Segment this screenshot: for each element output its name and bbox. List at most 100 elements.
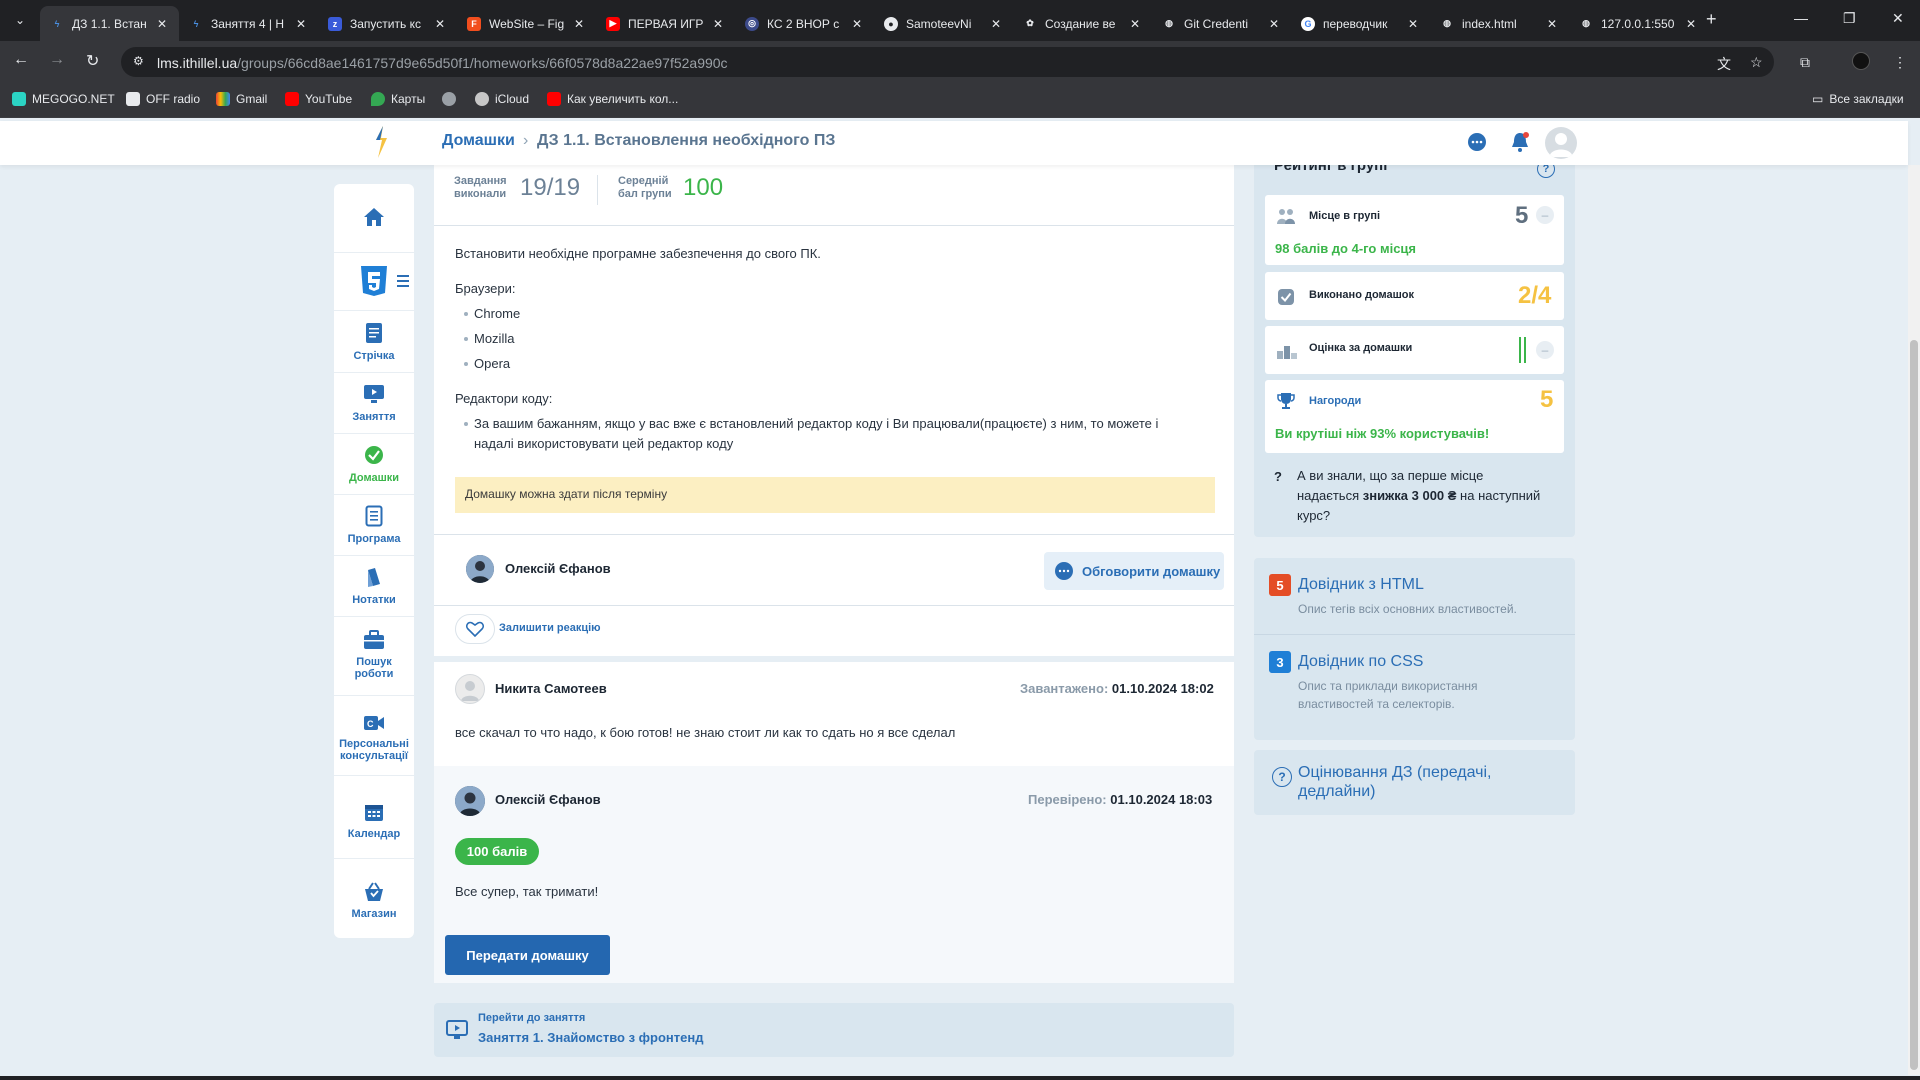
- address-bar[interactable]: ⚙ lms.ithillel.ua/groups/66cd8ae1461757d…: [121, 47, 1774, 77]
- tab-chatgpt[interactable]: ✿ Создание ве ✕: [1013, 6, 1152, 41]
- bookmark-star-icon[interactable]: ☆: [1750, 54, 1763, 71]
- github-favicon-icon: ●: [884, 16, 898, 31]
- close-tab-icon[interactable]: ✕: [1545, 17, 1559, 31]
- discuss-label: Обговорити домашку: [1082, 563, 1221, 579]
- url-host: lms.ithillel.ua: [157, 55, 238, 71]
- shopping-basket-icon: [365, 882, 383, 901]
- hillel-logo[interactable]: [373, 126, 389, 158]
- close-tab-icon[interactable]: ✕: [989, 17, 1003, 31]
- close-tab-icon[interactable]: ✕: [433, 17, 447, 31]
- sidebar-item-consultations[interactable]: C Персональні консультації: [334, 714, 414, 762]
- tab-youtube-game[interactable]: ▶ ПЕРВАЯ ИГР ✕: [596, 6, 735, 41]
- goto-lesson-label: Перейти до заняття: [478, 1012, 586, 1024]
- bookmark-off-radio[interactable]: OFF radio: [126, 92, 200, 106]
- tab-zm[interactable]: z Запустить кс ✕: [318, 6, 457, 41]
- bookmark-gmail[interactable]: Gmail: [216, 92, 267, 106]
- sidebar-item-shop[interactable]: Магазин: [334, 882, 414, 920]
- forward-icon[interactable]: →: [49, 51, 65, 69]
- css-reference-link[interactable]: Довідник по CSS: [1298, 653, 1423, 671]
- home-icon[interactable]: [363, 206, 385, 228]
- close-tab-icon[interactable]: ✕: [850, 17, 864, 31]
- scrollbar-thumb[interactable]: [1910, 340, 1918, 1070]
- all-bookmarks[interactable]: ▭ Все закладки: [1812, 92, 1904, 106]
- lesson-monitor-icon: [446, 1020, 468, 1039]
- sidebar-item-calendar[interactable]: Календар: [334, 802, 414, 840]
- sidebar-item-job-search[interactable]: Пошук роботи: [334, 630, 414, 680]
- html-reference-link[interactable]: Довідник з HTML: [1298, 576, 1424, 594]
- tab-github[interactable]: ● SamoteevNi ✕: [874, 6, 1013, 41]
- bookmark-maps[interactable]: Карты: [371, 92, 425, 106]
- bookmark-icloud[interactable]: iCloud: [475, 92, 529, 106]
- youtube-favicon-icon: ▶: [606, 16, 620, 31]
- globe-favicon-icon: ◍: [1165, 18, 1173, 28]
- goto-lesson-title[interactable]: Заняття 1. Знайомство з фронтенд: [478, 1030, 703, 1045]
- close-tab-icon[interactable]: ✕: [1128, 17, 1142, 31]
- close-tab-icon[interactable]: ✕: [155, 17, 169, 31]
- reaction-button[interactable]: [455, 614, 495, 644]
- tab-search-button[interactable]: ⌄: [8, 8, 32, 32]
- minimize-icon[interactable]: —: [1794, 10, 1808, 26]
- tab-localhost[interactable]: ◍ 127.0.0.1:550 ✕: [1569, 6, 1708, 41]
- gmail-icon: [216, 92, 230, 106]
- awards-value: 5: [1540, 386, 1554, 413]
- sidebar-item-program[interactable]: Програма: [334, 505, 414, 545]
- tab-translator[interactable]: G переводчик ✕: [1291, 6, 1430, 41]
- tab-title: index.html: [1462, 16, 1517, 31]
- awards-label[interactable]: Нагороди: [1309, 395, 1361, 407]
- close-window-icon[interactable]: ✕: [1892, 10, 1904, 27]
- grading-info-link[interactable]: Оцінювання ДЗ (передачі, дедлайни): [1298, 763, 1548, 801]
- bar-chart-icon: [1277, 346, 1297, 359]
- close-tab-icon[interactable]: ✕: [1267, 17, 1281, 31]
- sidebar-item-label: Календар: [347, 828, 401, 840]
- translate-icon[interactable]: 文: [1717, 54, 1731, 74]
- place-note: 98 балів до 4-го місця: [1275, 241, 1417, 256]
- sidebar-item-notes[interactable]: Нотатки: [334, 566, 414, 606]
- uploaded-label: Завантажено:: [1020, 681, 1109, 696]
- close-tab-icon[interactable]: ✕: [572, 17, 586, 31]
- extensions-icon[interactable]: ⧉: [1800, 54, 1810, 71]
- user-avatar[interactable]: [1545, 127, 1577, 159]
- awards-note: Ви крутіші ніж 93% користувачів!: [1275, 426, 1490, 441]
- bookmark-label: Gmail: [236, 92, 268, 106]
- checked-label: Перевірено:: [1028, 792, 1107, 807]
- site-info-icon[interactable]: ⚙: [133, 54, 144, 68]
- tab-cs2[interactable]: ◎ КС 2 ВНОР с ✕: [735, 6, 874, 41]
- sidebar-item-feed[interactable]: Стрічка: [334, 322, 414, 362]
- back-icon[interactable]: ←: [13, 51, 29, 69]
- breadcrumb-homeworks[interactable]: Домашки: [442, 132, 515, 150]
- tab-index-html[interactable]: ◍ index.html ✕: [1430, 6, 1569, 41]
- bookmark-youtube-2[interactable]: Как увеличить кол...: [547, 92, 678, 106]
- reaction-label[interactable]: Залишити реакцію: [499, 622, 601, 634]
- info-question-icon: ?: [1274, 469, 1282, 484]
- menu-kebab-icon[interactable]: ⋮: [1893, 54, 1907, 71]
- stat-done-value: 19/19: [520, 174, 581, 201]
- bookmark-globe[interactable]: [442, 92, 462, 106]
- tab-git[interactable]: ◍ Git Credenti ✕: [1152, 6, 1291, 41]
- tab-homework[interactable]: ϟ ДЗ 1.1. Встан ✕: [40, 6, 179, 41]
- new-tab-button[interactable]: +: [1706, 9, 1717, 30]
- sidebar-item-homeworks[interactable]: Домашки: [334, 444, 414, 484]
- reload-icon[interactable]: ↻: [86, 51, 99, 71]
- hamburger-menu-icon[interactable]: [397, 275, 409, 277]
- deadline-notice: Домашку можна здати після терміну: [455, 477, 1215, 513]
- chat-icon[interactable]: [1466, 131, 1488, 153]
- divider: [434, 605, 1234, 606]
- bookmark-youtube[interactable]: YouTube: [285, 92, 352, 106]
- tab-figma[interactable]: F WebSite – Fig ✕: [457, 6, 596, 41]
- bookmark-megogo[interactable]: MEGOGO.NET: [12, 92, 115, 106]
- divider: [334, 616, 414, 617]
- sidebar-item-lessons[interactable]: Заняття: [334, 383, 414, 423]
- profile-avatar[interactable]: [1852, 52, 1870, 70]
- awards-card: [1265, 380, 1564, 453]
- tab-lesson[interactable]: ϟ Заняття 4 | Н ✕: [179, 6, 318, 41]
- notification-bell-icon[interactable]: [1509, 130, 1531, 154]
- close-tab-icon[interactable]: ✕: [294, 17, 308, 31]
- close-tab-icon[interactable]: ✕: [1406, 17, 1420, 31]
- restore-icon[interactable]: ❐: [1843, 10, 1856, 27]
- discuss-homework-button[interactable]: Обговорити домашку: [1044, 552, 1224, 590]
- place-label: Місце в групі: [1309, 210, 1381, 222]
- heart-icon: [466, 621, 484, 637]
- resubmit-homework-button[interactable]: Передати домашку: [445, 935, 610, 975]
- close-tab-icon[interactable]: ✕: [1684, 17, 1698, 31]
- close-tab-icon[interactable]: ✕: [711, 17, 725, 31]
